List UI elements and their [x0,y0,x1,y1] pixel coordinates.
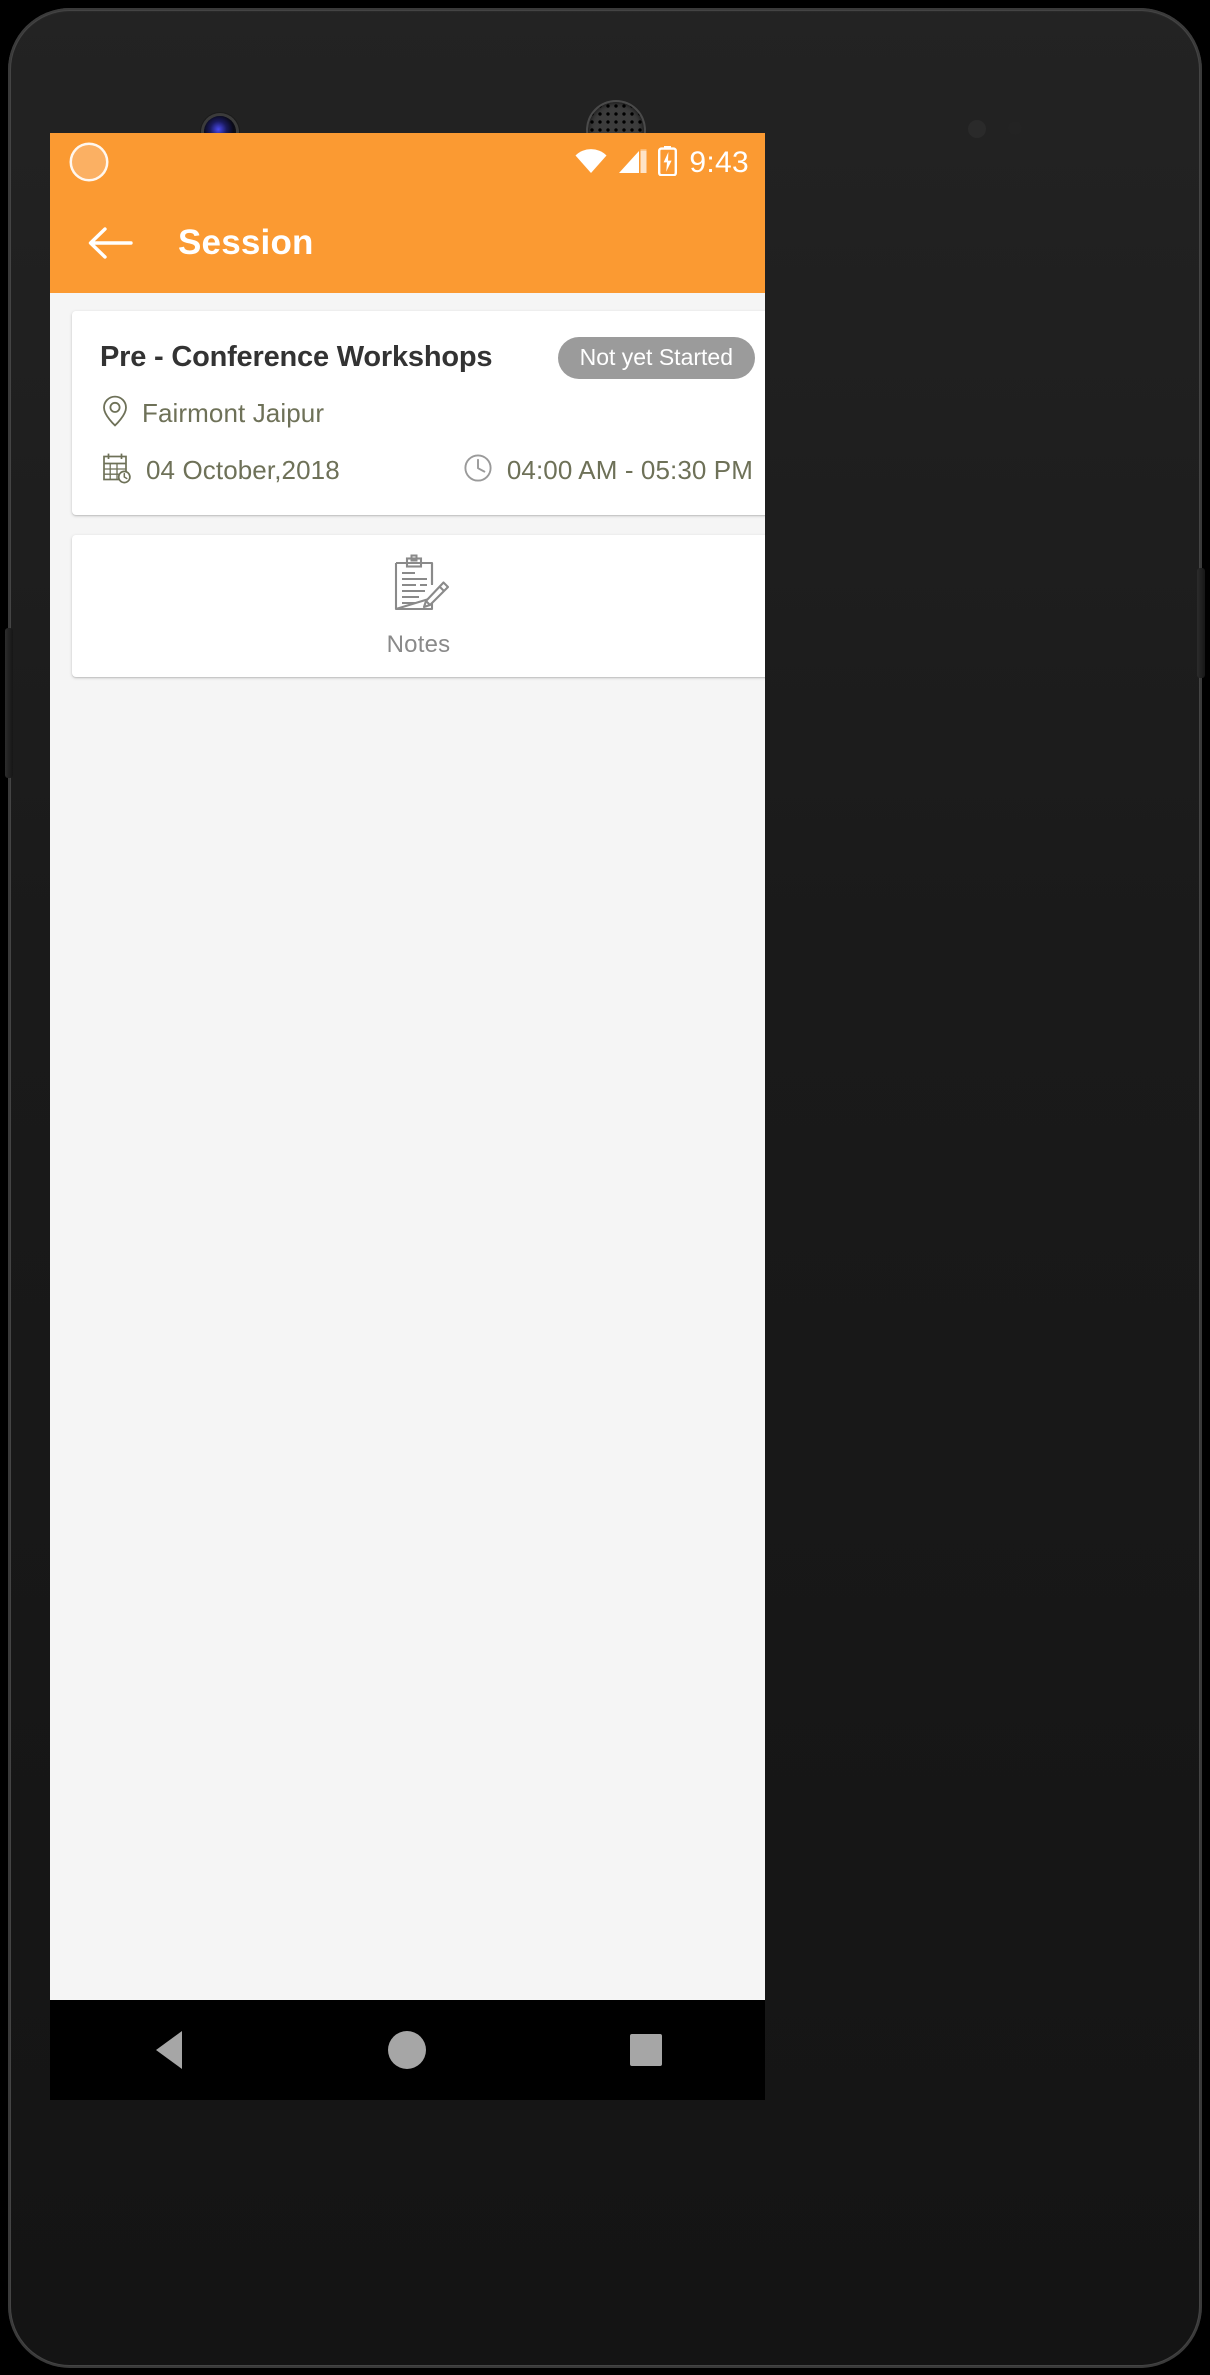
notification-dot-icon [72,145,106,179]
wifi-icon [574,148,608,179]
session-date: 04 October,2018 [102,452,340,489]
battery-charging-icon [658,145,678,181]
nav-recents-square-icon [629,2034,662,2066]
power-button[interactable] [1197,568,1205,678]
phone-screen: 9:43 Session Pre - Conference Workshops … [50,133,765,2100]
cellular-signal-icon [618,148,648,179]
session-header-row: Pre - Conference Workshops Not yet Start… [100,337,757,379]
android-navigation-bar [50,2000,765,2100]
volume-button[interactable] [5,628,13,778]
status-badge: Not yet Started [557,337,755,379]
nav-back-button[interactable] [114,2000,224,2100]
status-bar: 9:43 [50,133,765,193]
session-location-row: Fairmont Jaipur [100,395,757,432]
nav-home-button[interactable] [352,2000,462,2100]
notes-label: Notes [386,630,451,658]
session-datetime-row: 04 October,2018 04:00 AM - 05:30 PM [100,452,757,489]
app-toolbar: Session [50,193,765,293]
nav-back-triangle-icon [156,2031,183,2069]
clipboard-pencil-icon [386,554,452,623]
calendar-clock-icon [102,452,132,489]
proximity-sensor-icon [968,120,986,138]
light-sensor-icon [1008,121,1022,135]
nav-home-circle-icon [388,2031,427,2069]
session-location: Fairmont Jaipur [102,395,324,432]
nav-recents-button[interactable] [591,2000,701,2100]
back-button[interactable] [82,215,138,271]
session-date-text: 04 October,2018 [146,455,340,485]
phone-device-frame: 9:43 Session Pre - Conference Workshops … [5,8,1205,2368]
clock-icon [463,453,493,488]
session-time-text: 04:00 AM - 05:30 PM [506,455,753,485]
arrow-left-icon [88,227,133,259]
notes-button[interactable]: Notes [386,554,452,659]
session-location-text: Fairmont Jaipur [142,398,325,428]
session-title: Pre - Conference Workshops [100,341,493,373]
content-area: Pre - Conference Workshops Not yet Start… [50,293,765,1975]
session-info-card[interactable]: Pre - Conference Workshops Not yet Start… [72,311,765,515]
notes-card[interactable]: Notes [72,535,765,677]
map-pin-icon [102,395,128,432]
status-bar-clock: 9:43 [689,146,749,179]
page-title: Session [178,223,314,262]
session-time: 04:00 AM - 05:30 PM [463,453,753,488]
